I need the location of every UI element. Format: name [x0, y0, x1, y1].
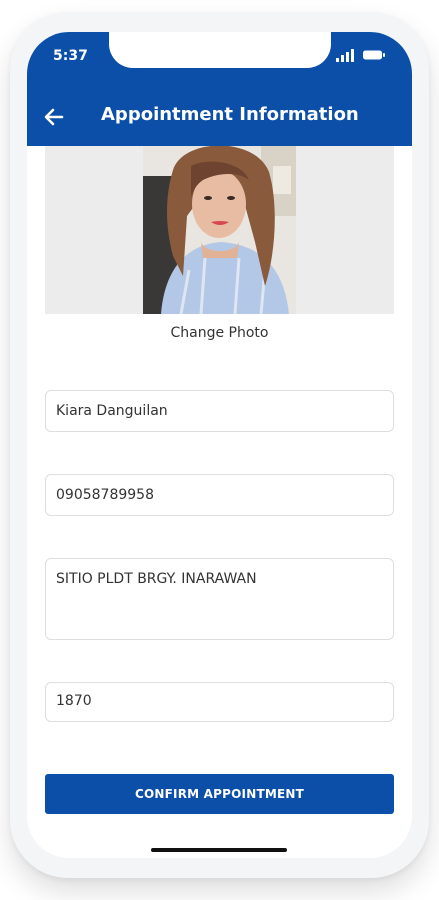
- phone-screen: 5:37 Appointment Information Change Phot…: [27, 32, 412, 858]
- phone-field[interactable]: 09058789958: [45, 474, 394, 516]
- confirm-appointment-button[interactable]: CONFIRM APPOINTMENT: [45, 774, 394, 814]
- signal-icon: [336, 49, 354, 62]
- arrow-left-icon[interactable]: [43, 106, 65, 128]
- zip-code-field[interactable]: 1870: [45, 682, 394, 722]
- name-field[interactable]: Kiara Danguilan: [45, 390, 394, 432]
- phone-frame: 5:37 Appointment Information Change Phot…: [10, 12, 429, 878]
- profile-photo: [143, 146, 296, 314]
- change-photo-link[interactable]: Change Photo: [27, 325, 412, 341]
- address-field[interactable]: SITIO PLDT BRGY. INARAWAN: [45, 558, 394, 640]
- home-indicator: [151, 848, 287, 852]
- status-icons: [336, 49, 385, 62]
- device-notch: [109, 32, 331, 68]
- status-time: 5:37: [53, 48, 88, 64]
- page-title: Appointment Information: [101, 104, 359, 125]
- battery-icon: [363, 50, 385, 60]
- app-bar: 5:37 Appointment Information: [27, 32, 412, 146]
- photo-container: [45, 146, 394, 314]
